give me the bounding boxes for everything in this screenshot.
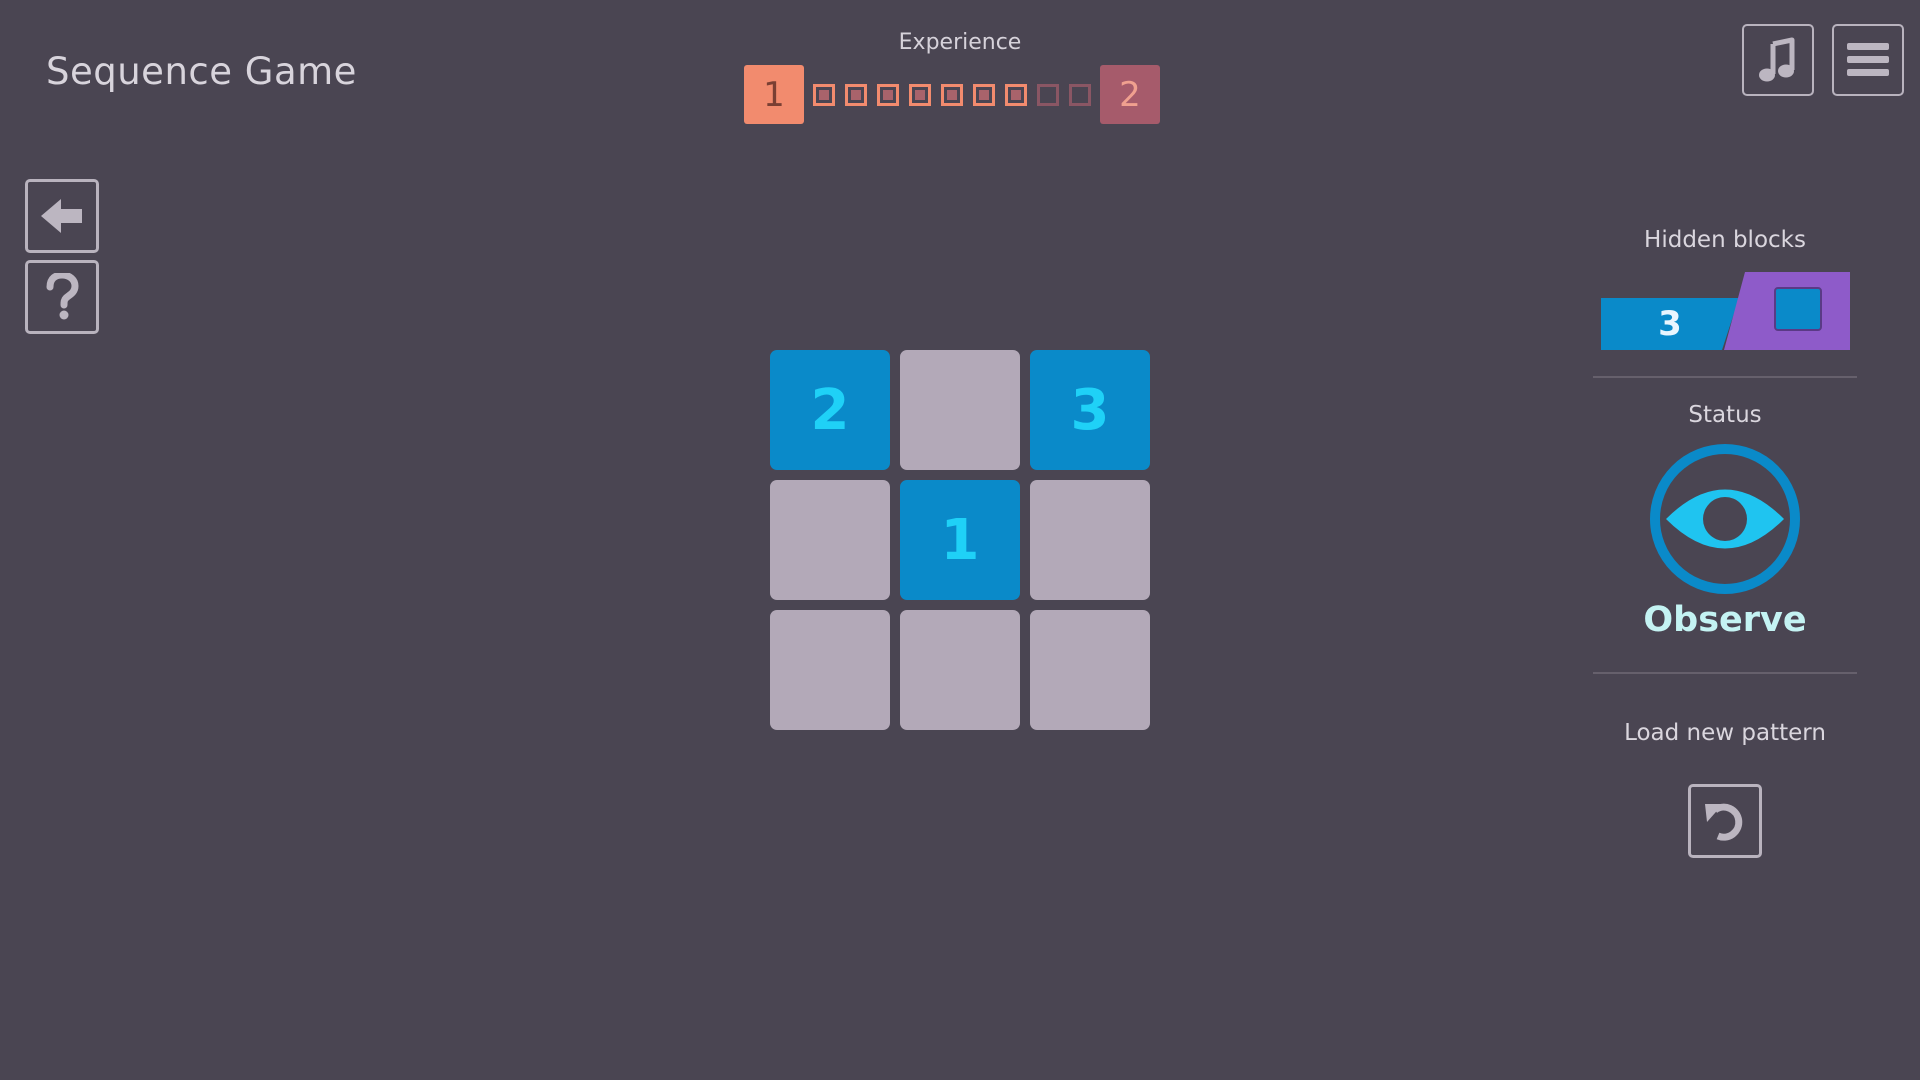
- load-new-pattern-button[interactable]: [1688, 784, 1762, 858]
- hidden-blocks-count: 3: [1658, 304, 1682, 344]
- help-button[interactable]: [25, 260, 99, 334]
- grid-tile[interactable]: [900, 610, 1020, 730]
- back-button[interactable]: [25, 179, 99, 253]
- hamburger-menu-icon: [1847, 43, 1889, 76]
- current-level-badge: 1: [744, 65, 804, 124]
- grid-tile[interactable]: [900, 350, 1020, 470]
- music-note-icon: [1759, 37, 1795, 82]
- reload-icon: [1705, 803, 1743, 841]
- hidden-blocks-label: Hidden blocks: [1644, 227, 1806, 253]
- question-mark-icon: [46, 273, 79, 320]
- status-label: Status: [1688, 402, 1762, 428]
- eye-icon: [1650, 444, 1800, 594]
- hidden-block-icon: [1774, 287, 1822, 331]
- experience-tick-filled: [813, 83, 835, 106]
- experience-ticks: [808, 83, 1096, 106]
- menu-button[interactable]: [1832, 24, 1904, 96]
- grid-tile[interactable]: 2: [770, 350, 890, 470]
- game-title: Sequence Game: [46, 50, 357, 93]
- experience-tick-filled: [941, 83, 963, 106]
- experience-tick-empty: [1069, 83, 1091, 106]
- grid-tile[interactable]: [1030, 610, 1150, 730]
- experience-tick-filled: [845, 83, 867, 106]
- music-button[interactable]: [1742, 24, 1814, 96]
- next-level-badge: 2: [1100, 65, 1160, 124]
- grid-tile[interactable]: [770, 610, 890, 730]
- load-pattern-label: Load new pattern: [1624, 720, 1826, 746]
- status-value: Observe: [1643, 600, 1807, 640]
- grid-tile[interactable]: [1030, 480, 1150, 600]
- sequence-grid: 2 31: [770, 350, 1150, 730]
- grid-tile[interactable]: 3: [1030, 350, 1150, 470]
- experience-tick-filled: [909, 83, 931, 106]
- experience-bar: 1 2: [744, 65, 1160, 124]
- grid-tile[interactable]: [770, 480, 890, 600]
- panel-divider: [1593, 376, 1857, 378]
- arrow-left-icon: [41, 199, 82, 233]
- experience-label: Experience: [898, 30, 1022, 55]
- experience-tick-filled: [877, 83, 899, 106]
- experience-tick-empty: [1037, 83, 1059, 106]
- experience-tick-filled: [1005, 83, 1027, 106]
- grid-tile[interactable]: 1: [900, 480, 1020, 600]
- experience-tick-filled: [973, 83, 995, 106]
- panel-divider: [1593, 672, 1857, 674]
